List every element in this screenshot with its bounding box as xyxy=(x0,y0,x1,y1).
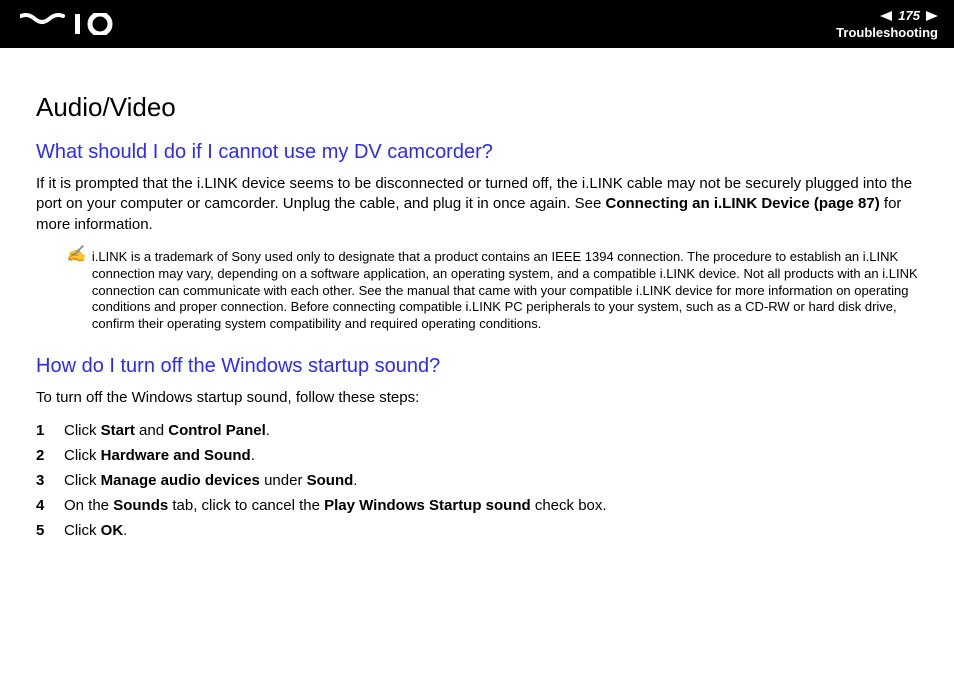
page-number: 175 xyxy=(898,8,920,23)
step-3: Click Manage audio devices under Sound. xyxy=(36,472,918,489)
question-2-intro: To turn off the Windows startup sound, f… xyxy=(36,388,918,408)
page-title: Audio/Video xyxy=(36,92,918,123)
section-name: Troubleshooting xyxy=(836,25,938,40)
note-text: i.LINK is a trademark of Sony used only … xyxy=(92,249,918,333)
step-5: Click OK. xyxy=(36,522,918,539)
step-4: On the Sounds tab, click to cancel the P… xyxy=(36,497,918,514)
q1-link-reference[interactable]: Connecting an i.LINK Device (page 87) xyxy=(606,195,880,212)
note-icon: ✍ xyxy=(66,247,86,263)
vaio-logo xyxy=(20,13,130,35)
header-right: 175 Troubleshooting xyxy=(836,8,938,40)
next-page-icon[interactable] xyxy=(926,11,938,21)
header-bar: 175 Troubleshooting xyxy=(0,0,954,48)
question-1-paragraph: If it is prompted that the i.LINK device… xyxy=(36,174,918,235)
question-2-heading: How do I turn off the Windows startup so… xyxy=(36,355,918,378)
steps-list: Click Start and Control Panel. Click Har… xyxy=(36,422,918,539)
step-1: Click Start and Control Panel. xyxy=(36,422,918,439)
prev-page-icon[interactable] xyxy=(880,11,892,21)
step-2: Click Hardware and Sound. xyxy=(36,447,918,464)
page-content: Audio/Video What should I do if I cannot… xyxy=(0,48,954,567)
note-block: ✍ i.LINK is a trademark of Sony used onl… xyxy=(36,249,918,333)
question-1-heading: What should I do if I cannot use my DV c… xyxy=(36,141,918,164)
page-navigator: 175 xyxy=(880,8,938,23)
